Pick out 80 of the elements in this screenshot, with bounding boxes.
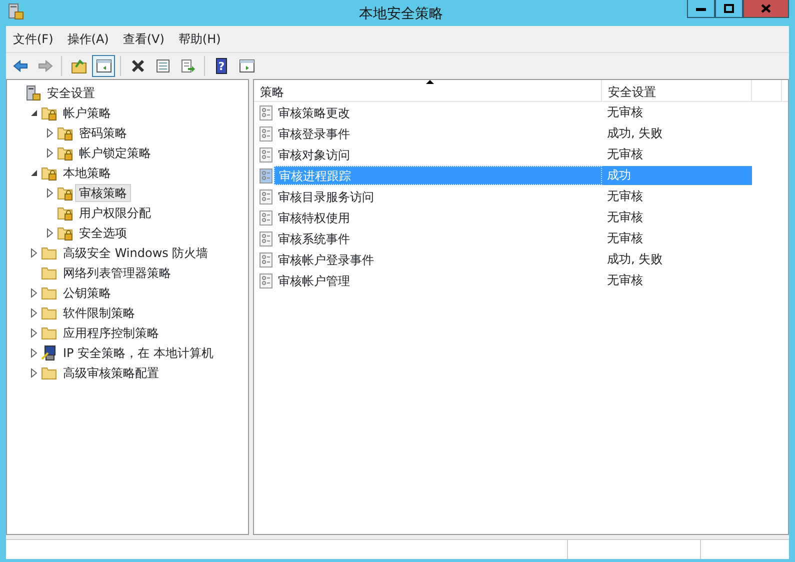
tree-item[interactable]: 高级安全 Windows 防火墙 <box>59 244 212 262</box>
help-icon: ? <box>216 58 227 74</box>
tree-item[interactable]: 本地策略 <box>59 164 115 182</box>
maximize-icon <box>724 4 734 13</box>
table-cell[interactable]: 无审核 <box>602 103 752 122</box>
table-cell[interactable]: 成功, 失败 <box>602 124 752 143</box>
table-cell[interactable]: 无审核 <box>602 145 752 164</box>
tree-item[interactable]: 公钥策略 <box>59 284 115 302</box>
policy-icon <box>258 210 274 226</box>
locked-folder-icon <box>41 165 57 181</box>
policy-icon <box>258 188 274 204</box>
table-cell[interactable]: 审核帐户管理 <box>274 271 602 290</box>
forward-arrow-icon <box>36 58 52 74</box>
panel-button[interactable] <box>92 55 115 77</box>
policy-icon <box>258 168 274 184</box>
folder-icon <box>41 305 57 321</box>
menu-item[interactable]: 操作(A) <box>62 29 114 49</box>
locked-folder-icon <box>57 205 73 221</box>
tree-item[interactable]: 用户权限分配 <box>75 204 155 222</box>
locked-folder-icon <box>57 185 73 201</box>
column-header[interactable]: 策略 <box>254 80 602 101</box>
table-cell[interactable]: 审核对象访问 <box>274 145 602 164</box>
folder-up-icon <box>70 58 86 74</box>
table-cell[interactable]: 审核目录服务访问 <box>274 187 602 206</box>
column-header[interactable]: 安全设置 <box>602 80 752 101</box>
table-cell[interactable]: 审核登录事件 <box>274 124 602 143</box>
close-button[interactable] <box>743 0 789 18</box>
maximize-button[interactable] <box>715 0 743 18</box>
locked-folder-icon <box>57 225 73 241</box>
tree-item[interactable]: 应用程序控制策略 <box>59 324 163 342</box>
folder-icon <box>41 265 57 281</box>
table-cell[interactable]: 无审核 <box>602 208 752 227</box>
tree-item[interactable]: 帐户策略 <box>59 104 115 122</box>
server-icon <box>25 85 41 101</box>
app-icon <box>8 3 24 21</box>
policy-icon <box>258 126 274 142</box>
policy-icon <box>258 252 274 268</box>
policy-icon <box>258 146 274 162</box>
delete-icon <box>130 58 146 74</box>
menu-item[interactable]: 查看(V) <box>118 29 170 49</box>
back-arrow-icon <box>12 58 28 74</box>
export-list-icon <box>180 58 196 74</box>
table-cell[interactable]: 审核系统事件 <box>274 229 602 248</box>
table-cell[interactable]: 无审核 <box>602 187 752 206</box>
tree-item[interactable]: 网络列表管理器策略 <box>59 264 175 282</box>
tree-item[interactable]: 密码策略 <box>75 124 131 142</box>
tree-item[interactable]: 帐户锁定策略 <box>75 144 155 162</box>
locked-folder-icon <box>41 105 57 121</box>
tree-item[interactable]: 高级审核策略配置 <box>59 364 163 382</box>
folder-icon <box>41 325 57 341</box>
tree-item[interactable]: 安全设置 <box>43 84 99 102</box>
policy-icon <box>258 104 274 120</box>
folder-icon <box>41 365 57 381</box>
menu-item[interactable]: 帮助(H) <box>173 29 226 49</box>
properties-icon <box>154 58 170 74</box>
folder-icon <box>41 285 57 301</box>
minimize-icon <box>696 6 706 10</box>
window-title: 本地安全策略 <box>358 5 444 24</box>
folder-icon <box>41 245 57 261</box>
table-cell[interactable]: 审核特权使用 <box>274 208 602 227</box>
computer-key-icon <box>41 345 57 361</box>
menu-item[interactable]: 文件(F) <box>8 29 58 49</box>
table-cell[interactable]: 无审核 <box>602 229 752 248</box>
table-cell[interactable]: 审核策略更改 <box>274 103 602 122</box>
panel-icon <box>96 58 112 74</box>
locked-folder-icon <box>57 145 73 161</box>
tree-item[interactable]: 软件限制策略 <box>59 304 139 322</box>
table-cell[interactable]: 成功, 失败 <box>602 250 752 269</box>
minimize-button[interactable] <box>687 0 715 18</box>
tree-item[interactable]: 审核策略 <box>75 184 131 202</box>
close-icon <box>761 4 771 13</box>
tree-item[interactable]: 安全选项 <box>75 224 131 242</box>
panel-icon <box>238 58 254 74</box>
table-cell[interactable]: 审核帐户登录事件 <box>274 250 602 269</box>
locked-folder-icon <box>57 125 73 141</box>
policy-icon <box>258 230 274 246</box>
policy-icon <box>258 272 274 288</box>
tree-item[interactable]: IP 安全策略，在 本地计算机 <box>59 344 218 362</box>
help-button[interactable]: ? <box>210 55 233 77</box>
table-cell[interactable]: 无审核 <box>602 271 752 290</box>
